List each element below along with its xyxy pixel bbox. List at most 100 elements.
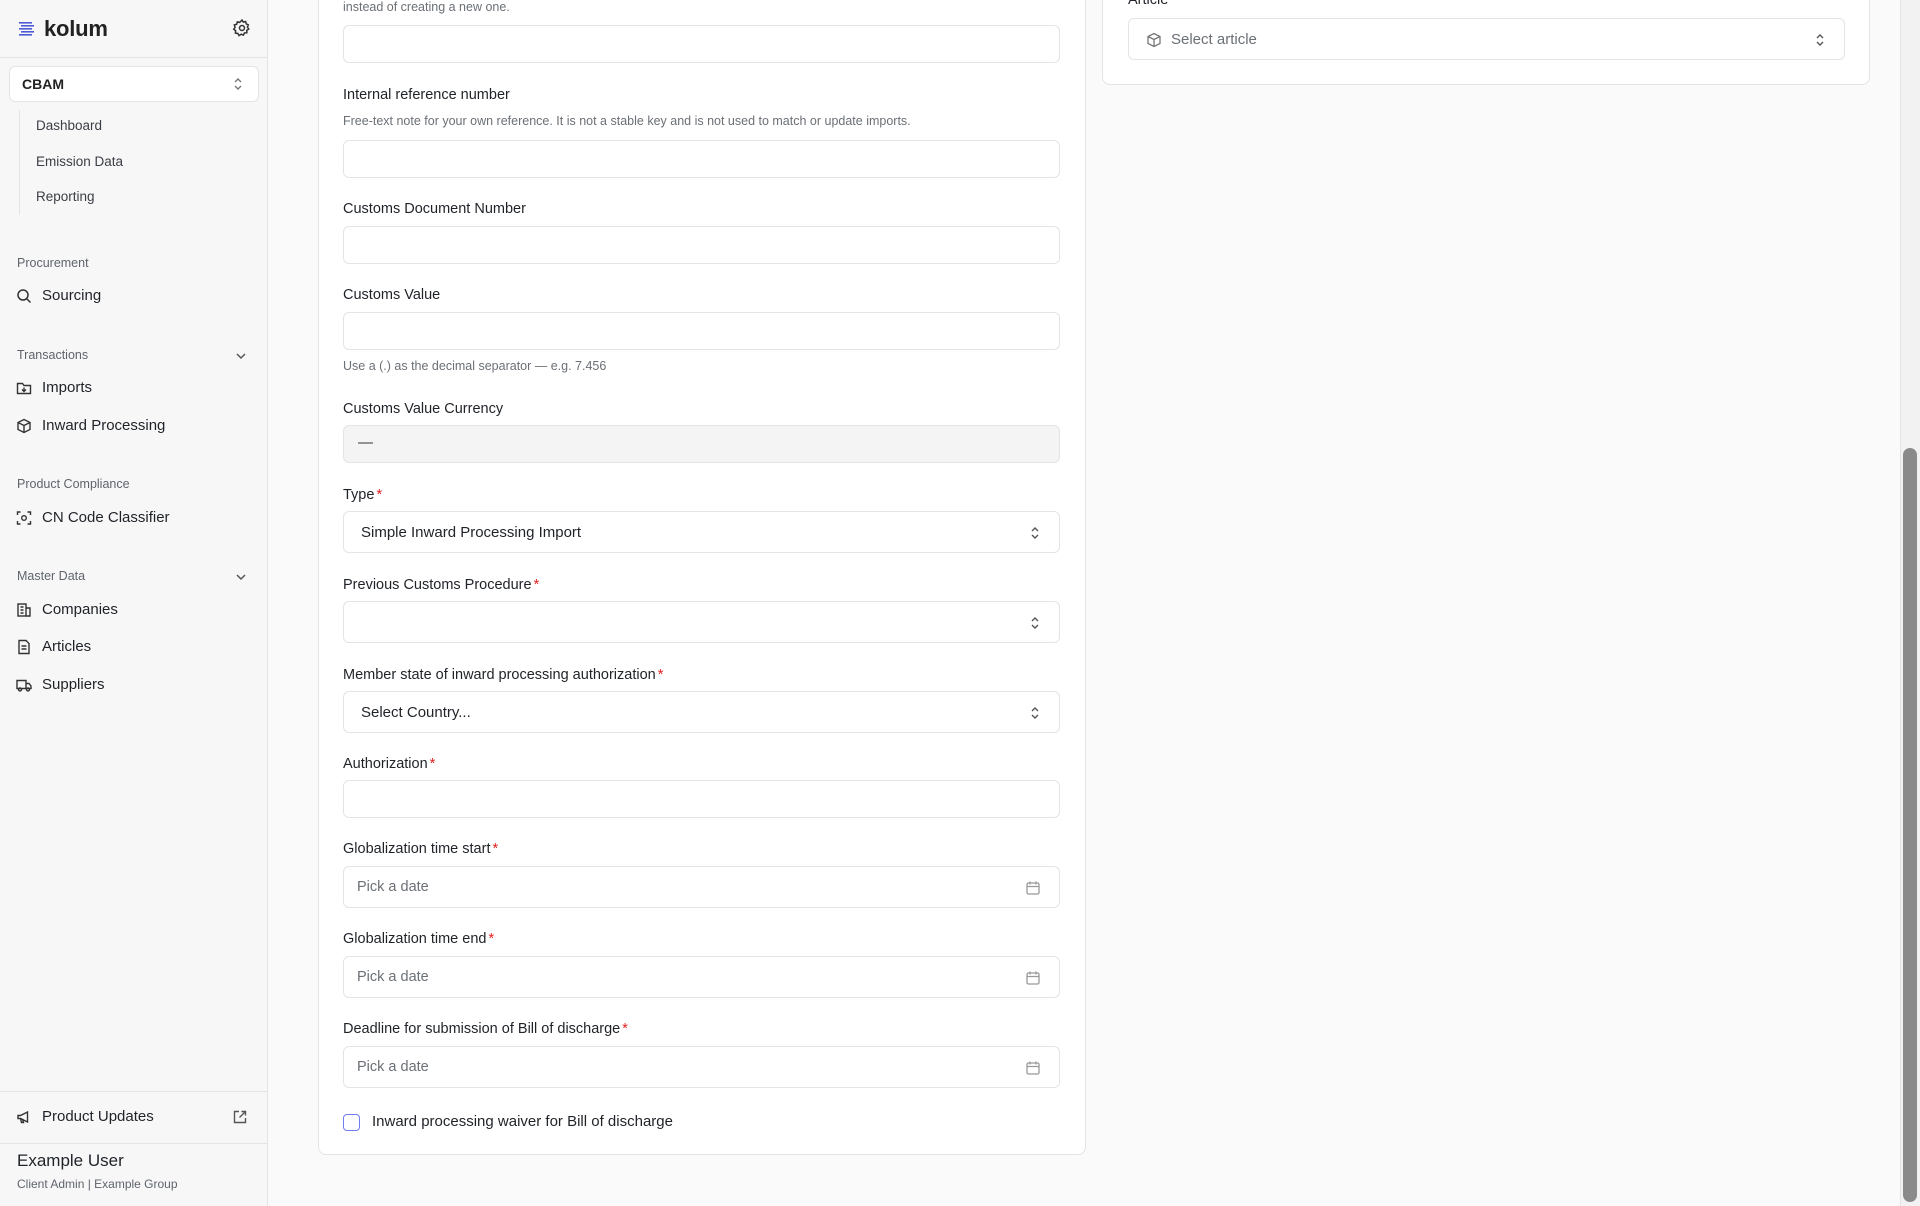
scan-icon [16, 510, 32, 525]
required-mark: * [488, 931, 495, 947]
glob-end-placeholder: Pick a date [357, 969, 429, 985]
sidebar-item-inward-processing[interactable]: Inward Processing [16, 417, 165, 434]
sidebar-item-articles[interactable]: Articles [16, 638, 91, 655]
calendar-icon [1026, 971, 1040, 985]
customs-doc-label: Customs Document Number [343, 201, 526, 217]
module-select-value: CBAM [22, 76, 64, 92]
required-mark: * [622, 1021, 628, 1037]
type-select[interactable]: Simple Inward Processing Import [343, 511, 1060, 553]
kolum-logo-icon [19, 22, 34, 36]
calendar-icon [1026, 1061, 1040, 1075]
divider [0, 1143, 268, 1144]
authorization-label: Authorization * [343, 756, 435, 772]
product-updates-link[interactable]: Product Updates [16, 1108, 154, 1125]
chevron-down-icon[interactable] [234, 571, 248, 583]
subnav-line [19, 110, 20, 215]
sidebar-item-cn-code-classifier[interactable]: CN Code Classifier [16, 509, 170, 526]
customs-doc-input[interactable] [343, 226, 1060, 264]
glob-start-label-text: Globalization time start [343, 841, 491, 857]
chevron-updown-icon [1031, 527, 1039, 539]
chevron-updown-icon [234, 78, 242, 90]
previous-text-input[interactable] [343, 25, 1060, 63]
type-select-value: Simple Inward Processing Import [361, 523, 582, 541]
authorization-input[interactable] [343, 780, 1060, 818]
sidebar-item-label: Imports [42, 379, 93, 396]
sidebar-item-label: Companies [42, 601, 118, 618]
member-state-select-value: Select Country... [361, 703, 471, 721]
package-icon [1147, 32, 1161, 48]
calendar-icon [1026, 881, 1040, 895]
divider [0, 57, 268, 58]
sidebar: kolum CBAM Dashboard Emission Data Repor… [0, 0, 268, 1206]
sidebar-item-label: Sourcing [42, 287, 102, 304]
package-icon [17, 418, 31, 433]
sidebar-item-companies[interactable]: Companies [16, 601, 118, 618]
external-link-icon[interactable] [232, 1109, 248, 1125]
article-select-placeholder: Select article [1171, 30, 1257, 48]
customs-currency-field [343, 425, 1060, 463]
user-name[interactable]: Example User [17, 1151, 124, 1171]
user-role: Client Admin | Example Group [17, 1177, 178, 1191]
sidebar-item-imports[interactable]: Imports [16, 379, 92, 396]
module-select[interactable]: CBAM [9, 66, 259, 102]
chevron-updown-icon [1031, 707, 1039, 719]
member-state-label-text: Member state of inward processing author… [343, 667, 656, 683]
required-mark: * [376, 487, 383, 503]
sidebar-item-reporting[interactable]: Reporting [36, 189, 95, 204]
required-mark: * [533, 577, 540, 593]
chevron-updown-icon [1816, 34, 1824, 46]
prev-procedure-select[interactable] [343, 601, 1060, 643]
sidebar-item-emission-data[interactable]: Emission Data [36, 154, 123, 169]
brand-logo[interactable]: kolum [18, 14, 108, 44]
required-mark: * [657, 667, 664, 683]
top-hint: instead of creating a new one. [343, 0, 510, 14]
type-label-text: Type [343, 487, 375, 503]
member-state-select[interactable]: Select Country... [343, 691, 1060, 733]
section-label-master-data: Master Data [17, 569, 86, 583]
type-label: Type * [343, 487, 382, 503]
sidebar-item-dashboard[interactable]: Dashboard [36, 118, 102, 133]
divider [0, 1091, 268, 1092]
customs-currency-value: — [358, 434, 373, 451]
sidebar-item-sourcing[interactable]: Sourcing [16, 287, 101, 304]
deadline-label-text: Deadline for submission of Bill of disch… [343, 1021, 621, 1037]
chevron-down-icon[interactable] [234, 350, 248, 362]
glob-start-label: Globalization time start * [343, 841, 498, 857]
waiver-checkbox[interactable] [343, 1114, 360, 1131]
authorization-label-text: Authorization [343, 756, 428, 772]
sidebar-item-suppliers[interactable]: Suppliers [16, 676, 105, 693]
glob-start-date-picker[interactable]: Pick a date [343, 866, 1060, 908]
internal-ref-hint: Free-text note for your own reference. I… [343, 114, 911, 128]
glob-end-date-picker[interactable]: Pick a date [343, 956, 1060, 998]
article-select[interactable]: Select article [1128, 18, 1845, 60]
glob-end-label: Globalization time end * [343, 931, 494, 947]
member-state-label: Member state of inward processing author… [343, 667, 663, 683]
customs-value-hint: Use a (.) as the decimal separator — e.g… [343, 359, 607, 373]
search-icon [17, 288, 32, 303]
section-label-procurement: Procurement [17, 256, 89, 270]
scrollbar-thumb[interactable] [1903, 448, 1917, 1202]
customs-value-label: Customs Value [343, 287, 441, 303]
chevron-updown-icon [1031, 617, 1039, 629]
required-mark: * [492, 841, 499, 857]
sidebar-item-label: CN Code Classifier [42, 509, 170, 526]
settings-gear-icon[interactable] [232, 18, 252, 38]
sidebar-item-label: Suppliers [42, 676, 105, 693]
megaphone-icon [17, 1110, 29, 1123]
sidebar-item-label: Inward Processing [42, 417, 166, 434]
deadline-placeholder: Pick a date [357, 1059, 429, 1075]
document-icon [18, 639, 30, 654]
customs-currency-label: Customs Value Currency [343, 401, 504, 417]
prev-procedure-label-text: Previous Customs Procedure [343, 577, 532, 593]
waiver-label[interactable]: Inward processing waiver for Bill of dis… [372, 1113, 673, 1130]
glob-start-placeholder: Pick a date [357, 879, 429, 895]
section-label-product-compliance: Product Compliance [17, 477, 130, 491]
brand-name: kolum [44, 16, 108, 41]
sidebar-item-label: Articles [42, 638, 92, 655]
deadline-date-picker[interactable]: Pick a date [343, 1046, 1060, 1088]
truck-icon [16, 679, 32, 692]
required-mark: * [429, 756, 436, 772]
prev-procedure-label: Previous Customs Procedure * [343, 577, 539, 593]
internal-ref-input[interactable] [343, 140, 1060, 178]
customs-value-input[interactable] [343, 312, 1060, 350]
